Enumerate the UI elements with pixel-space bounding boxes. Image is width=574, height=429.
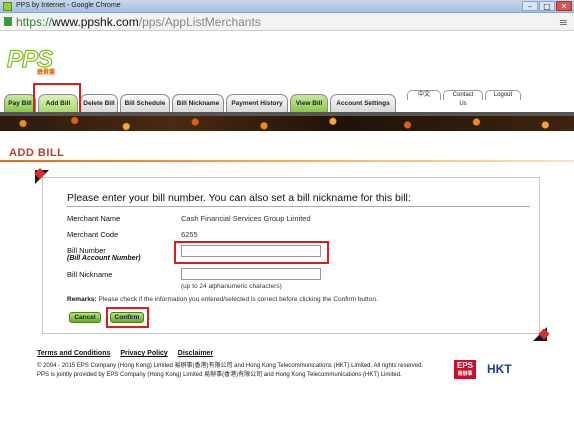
- merchant-code-label: Merchant Code: [67, 230, 119, 239]
- close-button[interactable]: ✕: [556, 1, 572, 11]
- confirm-button[interactable]: Confirm: [110, 312, 144, 323]
- hkt-logo: HKT: [487, 362, 512, 376]
- url-scheme: https://: [16, 15, 53, 29]
- tab-chinese[interactable]: 中文: [407, 90, 441, 100]
- merchant-code-value: 6255: [181, 230, 198, 239]
- remarks-label: Remarks:: [67, 296, 97, 303]
- url-host: www.ppshk.com: [52, 15, 139, 29]
- tab-add-bill[interactable]: Add Bill: [38, 94, 78, 112]
- minimize-button[interactable]: –: [522, 1, 538, 11]
- nickname-hint: (up to 24 alphanumeric characters): [181, 283, 282, 290]
- bill-number-label: Bill Number (Bill Account Number): [67, 246, 141, 262]
- tab-pay-bill[interactable]: Pay Bill: [4, 94, 36, 112]
- copyright: © 2004 - 2015 EPS Company (Hong Kong) Li…: [37, 362, 447, 380]
- remarks-text: Please check if the information you ente…: [98, 296, 378, 303]
- tab-delete-bill[interactable]: Delete Bill: [80, 94, 118, 112]
- window-title: PPS by Internet - Google Chrome: [16, 2, 121, 9]
- bill-nickname-input[interactable]: [181, 268, 321, 280]
- form-heading: Please enter your bill number. You can a…: [67, 192, 411, 204]
- terms-link[interactable]: Terms and Conditions: [37, 350, 110, 357]
- eps-logo-text: EPS: [456, 361, 473, 370]
- bill-number-label-text: Bill Number: [67, 246, 106, 255]
- url-path: /pps/AppListMerchants: [138, 15, 261, 29]
- page-title: ADD BILL: [9, 147, 65, 159]
- remarks: Remarks: Please check if the information…: [67, 296, 378, 303]
- tab-bill-nickname[interactable]: Bill Nickname: [172, 94, 224, 112]
- bill-number-input[interactable]: [181, 245, 321, 257]
- copyright-line-1: © 2004 - 2015 EPS Company (Hong Kong) Li…: [37, 363, 424, 369]
- decorative-banner: [0, 116, 574, 131]
- pps-logo-text: PPS: [6, 46, 53, 73]
- address-bar[interactable]: https://www.ppshk.com/pps/AppListMerchan…: [0, 13, 574, 31]
- window-controls: – □ ✕: [522, 1, 572, 11]
- bill-nickname-label: Bill Nickname: [67, 270, 113, 279]
- eps-logo: EPS 易辦事: [454, 360, 476, 379]
- pps-logo-cn: 繳費靈: [37, 70, 56, 76]
- menu-icon[interactable]: ≡: [559, 16, 568, 29]
- tab-contact-us[interactable]: Contact Us: [443, 90, 483, 107]
- eps-logo-cn: 易辦事: [457, 371, 473, 377]
- tab-account-settings[interactable]: Account Settings: [330, 94, 396, 112]
- title-divider: [0, 160, 574, 162]
- maximize-button[interactable]: □: [539, 1, 555, 11]
- disclaimer-link[interactable]: Disclaimer: [178, 350, 213, 357]
- merchant-name-value: Cash Financial Services Group Limited: [181, 214, 311, 223]
- tab-view-bill[interactable]: View Bill: [290, 94, 328, 112]
- form-divider: [67, 206, 530, 207]
- privacy-link[interactable]: Privacy Policy: [120, 350, 167, 357]
- url-text[interactable]: https://www.ppshk.com/pps/AppListMerchan…: [16, 15, 261, 29]
- footer-links: Terms and Conditions Privacy Policy Disc…: [37, 350, 221, 357]
- browser-title-bar: PPS by Internet - Google Chrome – □ ✕: [0, 0, 574, 13]
- cancel-button[interactable]: Cancel: [69, 312, 101, 323]
- tab-bill-schedule[interactable]: Bill Schedule: [120, 94, 170, 112]
- merchant-name-label: Merchant Name: [67, 214, 121, 223]
- lock-icon: [4, 17, 12, 26]
- utility-tabs: 中文 Contact Us Logout: [407, 90, 521, 107]
- tab-payment-history[interactable]: Payment History: [226, 94, 288, 112]
- tab-logout[interactable]: Logout: [485, 90, 521, 100]
- copyright-line-2: PPS is jointly provided by EPS Company (…: [37, 372, 402, 378]
- bill-number-sub-label: (Bill Account Number): [67, 255, 141, 262]
- pps-logo[interactable]: PPS 繳費靈: [6, 46, 65, 77]
- app-icon: [3, 2, 12, 11]
